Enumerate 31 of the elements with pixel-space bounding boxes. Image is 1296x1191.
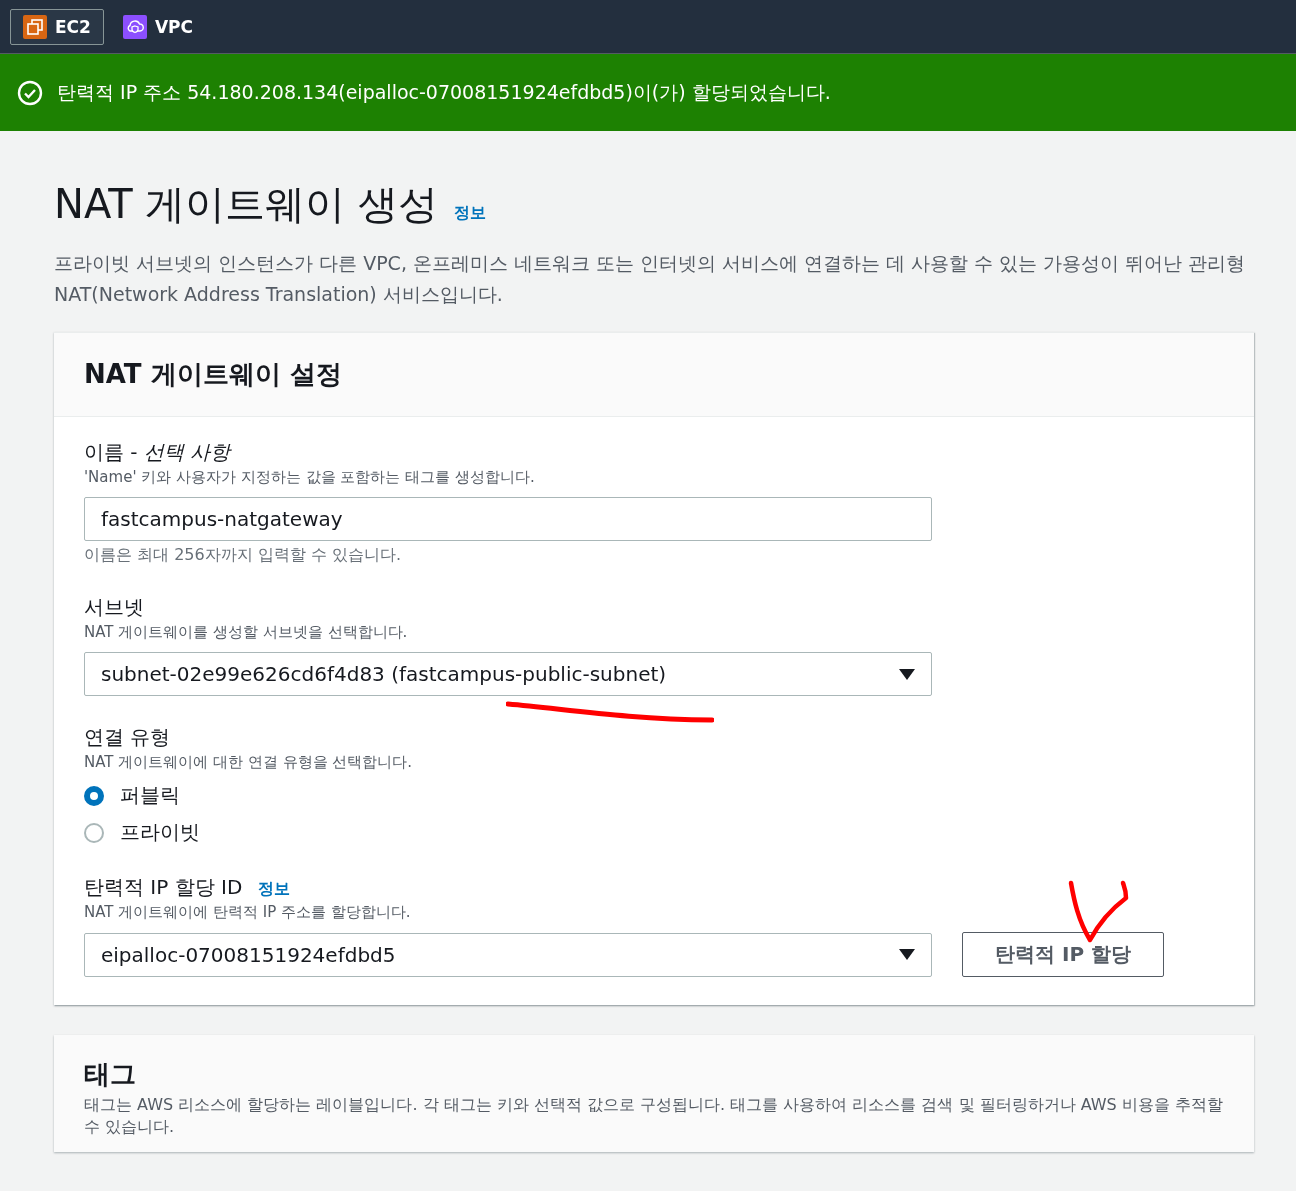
vpc-service-icon	[122, 14, 147, 39]
name-input[interactable]: fastcampus-natgateway	[84, 497, 932, 541]
constraint-text: 이름은 최대 256자까지 입력할 수 있습니다.	[84, 545, 403, 566]
field-description: 'Name' 키와 사용자가 지정하는 값을 포함하는 태그를 생성합니다.	[84, 468, 536, 487]
success-icon	[17, 79, 43, 106]
info-link[interactable]: 정보	[258, 879, 291, 900]
flash-message: 탄력적 IP 주소 54.180.208.134(eipalloc-07008151924efdbd5)이(가) 할당되었습니다.	[57, 79, 831, 105]
page-description: 프라이빗 서브넷의 인스턴스가 다른 VPC, 온프레미스 네트워크 또는 인터넷의 서비스에 연결하는 데 사용할 수 있는 가용성이 뛰어난 관리형 NAT(Network Address Translation) 서비스입니다.	[54, 251, 1247, 307]
field-label: 연결 유형	[84, 724, 171, 751]
dropdown-caret-icon	[899, 668, 915, 680]
page-title: NAT 게이트웨이 생성	[54, 180, 439, 229]
field-label: 서브넷	[84, 594, 144, 621]
service-shortcut[interactable]: EC2	[10, 8, 104, 45]
info-link[interactable]: 정보	[454, 203, 487, 224]
radio-option[interactable]: 퍼블릭	[84, 782, 180, 809]
service-shortcut[interactable]: VPC	[109, 8, 206, 45]
ec2-service-icon	[23, 14, 47, 39]
select-field[interactable]: eipalloc-07008151924efdbd5	[84, 932, 932, 977]
field-description: NAT 게이트웨이에 대한 연결 유형을 선택합니다.	[84, 753, 414, 772]
select-field[interactable]: subnet-02e99e626cd6f4d83 (fastcampus-public-subnet)	[84, 652, 932, 696]
field-description: NAT 게이트웨이에 탄력적 IP 주소를 할당합니다.	[84, 903, 412, 922]
panel-description: 태그는 AWS 리소스에 할당하는 레이블입니다. 각 태그는 키와 선택적 값으로 구성됩니다. 태그를 사용하여 리소스를 검색 및 필터링하거나 AWS 비용을 추적할 수 있습니다.	[84, 1094, 1224, 1138]
panel-title: 태그	[84, 1058, 137, 1091]
field-label: 탄력적 IP 할당 ID	[84, 874, 243, 901]
allocate-ip-button[interactable]: 탄력적 IP 할당	[962, 932, 1164, 977]
panel-title: NAT 게이트웨이 설정	[84, 358, 343, 391]
field-label: 이름 - 선택 사항	[84, 439, 231, 466]
checkmark-annotation	[1068, 880, 1130, 944]
dropdown-caret-icon	[899, 949, 915, 960]
radio-option[interactable]: 프라이빗	[84, 819, 200, 846]
field-description: NAT 게이트웨이를 생성할 서브넷을 선택합니다.	[84, 623, 409, 642]
